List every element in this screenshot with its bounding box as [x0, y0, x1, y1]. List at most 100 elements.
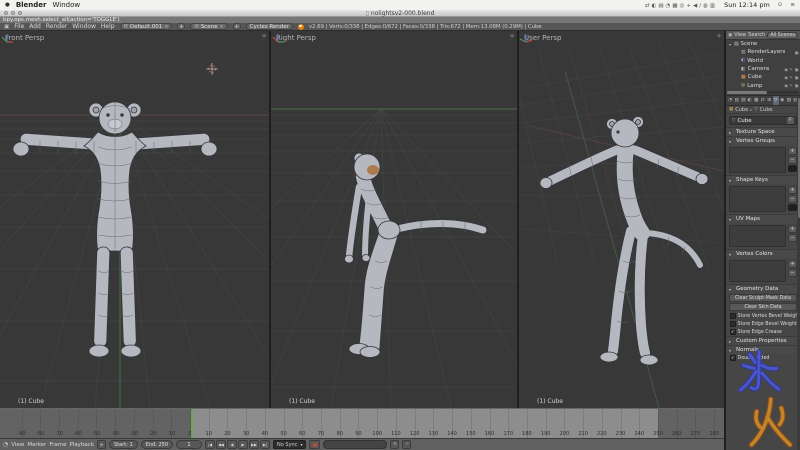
- viewport-right[interactable]: Right Persp (1) Cube +: [271, 31, 517, 408]
- sync-mode-dropdown[interactable]: No Sync ▾: [273, 440, 306, 449]
- checkbox-store-edge-crease[interactable]: Store Edge Crease: [726, 328, 800, 336]
- jump-to-end-button[interactable]: ▶|: [260, 440, 270, 449]
- outliner-editor-type-icon[interactable]: ▣: [728, 33, 732, 38]
- datablock-name-field[interactable]: ▽ Cube F: [729, 116, 797, 125]
- properties-editor[interactable]: ◔▥▤◐▦⇄⊞▽◉▨◍ ▦ Cube ▸ ▽ Cube ▽ Cube F Tex…: [726, 96, 800, 450]
- outliner-menu-view[interactable]: View: [734, 32, 746, 38]
- timeline-menu-marker[interactable]: Marker: [27, 442, 46, 448]
- restrict-toggle-icon[interactable]: ↖: [790, 67, 794, 72]
- datablock-name-value[interactable]: Cube: [737, 118, 785, 124]
- panel-custom-properties[interactable]: Custom Properties: [726, 336, 800, 345]
- checkbox-double-sided[interactable]: Double Sided: [726, 354, 800, 362]
- menubar-status-icon[interactable]: ⇄: [645, 3, 650, 9]
- outliner-scrollbar[interactable]: [727, 91, 799, 94]
- properties-tab-modifiers[interactable]: ⊞: [766, 96, 773, 105]
- spotlight-icon[interactable]: ⊙: [778, 2, 783, 8]
- auto-keyframe-record-button[interactable]: [309, 440, 320, 449]
- menu-help[interactable]: Help: [101, 23, 115, 30]
- menu-file[interactable]: File: [14, 23, 24, 30]
- outliner-item-renderlayers[interactable]: ▥RenderLayers▣: [726, 48, 800, 56]
- timeline-ruler[interactable]: -90-80-70-60-50-40-30-20-100102030405060…: [0, 408, 724, 438]
- insert-keyframe-button[interactable]: +: [390, 440, 399, 449]
- current-frame-field[interactable]: 1: [176, 440, 202, 449]
- viewport-user[interactable]: User Persp (1) Cube +: [519, 31, 724, 408]
- checkbox-icon[interactable]: [730, 329, 736, 335]
- panel-vertex-groups[interactable]: Vertex Groups: [726, 136, 800, 145]
- checkbox-icon[interactable]: [730, 321, 736, 327]
- clear-sculpt-mask-button[interactable]: Clear Sculpt-Mask Data: [729, 294, 797, 302]
- checkbox-store-vertex-bevel-weight[interactable]: Store Vertex Bevel Weight: [726, 312, 800, 320]
- outliner-menu-search[interactable]: Search: [748, 32, 765, 38]
- apple-icon[interactable]: ●: [5, 2, 10, 8]
- panel-uv-maps[interactable]: UV Maps: [726, 214, 800, 223]
- character-mesh-user[interactable]: [540, 117, 708, 366]
- prev-keyframe-button[interactable]: ◀◀: [216, 440, 226, 449]
- timeline-editor-type-icon[interactable]: ◔: [3, 441, 8, 448]
- vertex-groups-list[interactable]: [729, 147, 786, 173]
- frame-start-field[interactable]: Start: 1: [109, 440, 138, 449]
- menubar-clock[interactable]: Sun 12:14 pm: [724, 1, 770, 9]
- menubar-status-icon[interactable]: ◍: [703, 3, 708, 9]
- panel-texture-space[interactable]: Texture Space: [726, 127, 800, 136]
- keying-set-field[interactable]: [323, 440, 387, 449]
- shape-key-remove-button[interactable]: −: [788, 195, 797, 203]
- fake-user-button[interactable]: F: [787, 117, 794, 124]
- jump-to-start-button[interactable]: |◀: [205, 440, 215, 449]
- shape-key-add-button[interactable]: +: [788, 186, 797, 194]
- play-button[interactable]: ▶: [238, 440, 248, 449]
- use-preview-range-icon[interactable]: ◔: [97, 440, 106, 449]
- vertex-color-add-button[interactable]: +: [788, 260, 797, 268]
- uv-map-add-button[interactable]: +: [788, 225, 797, 233]
- restrict-toggle-icon[interactable]: ↖: [790, 75, 794, 80]
- delete-keyframe-button[interactable]: −: [402, 440, 411, 449]
- menubar-app-name[interactable]: Blender: [16, 1, 47, 9]
- screen-layout-selector[interactable]: ▥ Default.001 ×: [120, 23, 173, 30]
- character-mesh-front[interactable]: [13, 102, 217, 357]
- timeline-menu-frame[interactable]: Frame: [49, 442, 66, 448]
- vertex-group-specials-menu[interactable]: [788, 165, 797, 172]
- restrict-toggle-icon[interactable]: ▣: [795, 50, 799, 55]
- character-mesh-side[interactable]: [345, 153, 484, 358]
- checkbox-icon[interactable]: [730, 355, 736, 361]
- next-keyframe-button[interactable]: ▶▶: [249, 440, 259, 449]
- outliner-item-scene[interactable]: ▾▤Scene: [726, 40, 800, 48]
- vertex-group-remove-button[interactable]: −: [788, 156, 797, 164]
- menubar-status-icon[interactable]: +: [686, 3, 691, 9]
- vertex-group-add-button[interactable]: +: [788, 147, 797, 155]
- window-titlebar[interactable]: ▯ nolightsv2-000.blend: [0, 10, 800, 17]
- outliner-scope-dropdown[interactable]: All Scenes: [767, 32, 798, 39]
- render-engine-selector[interactable]: Cycles Render: [246, 23, 293, 30]
- checkbox-icon[interactable]: [730, 313, 736, 319]
- notification-center-icon[interactable]: ≡: [790, 2, 795, 8]
- restrict-toggle-icon[interactable]: ▣: [795, 83, 799, 88]
- info-editor-type-icon[interactable]: ▣: [4, 24, 9, 30]
- play-reverse-button[interactable]: ◀: [227, 440, 237, 449]
- viewport-add-region-icon[interactable]: +: [509, 32, 515, 40]
- menubar-status-icon[interactable]: ▦: [672, 3, 677, 9]
- restrict-toggle-icon[interactable]: ◉: [784, 67, 788, 72]
- scene-unlink-icon[interactable]: ×: [219, 24, 223, 30]
- add-layout-button[interactable]: +: [177, 23, 185, 30]
- menubar-status-icon[interactable]: ◀: [693, 3, 697, 9]
- menu-add[interactable]: Add: [29, 23, 41, 30]
- restrict-toggle-icon[interactable]: ▣: [795, 67, 799, 72]
- timeline-menu-view[interactable]: View: [11, 442, 24, 448]
- panel-normals[interactable]: Normals: [726, 345, 800, 354]
- clear-skin-data-button[interactable]: Clear Skin Data: [729, 303, 797, 311]
- vertex-colors-list[interactable]: [729, 260, 786, 282]
- menubar-status-icon[interactable]: ▤: [658, 3, 663, 9]
- menu-window[interactable]: Window: [72, 23, 96, 30]
- timeline-menu-playback[interactable]: Playback: [69, 442, 94, 448]
- vertex-color-remove-button[interactable]: −: [788, 269, 797, 277]
- viewport-add-region-icon[interactable]: +: [261, 32, 267, 40]
- uv-maps-list[interactable]: [729, 225, 786, 247]
- frame-end-field[interactable]: End: 250: [141, 440, 173, 449]
- uv-map-remove-button[interactable]: −: [788, 234, 797, 242]
- view-axis-gizmo[interactable]: [0, 31, 14, 45]
- menubar-menu-window[interactable]: Window: [53, 1, 81, 9]
- menubar-status-icon[interactable]: ∕: [699, 3, 701, 9]
- menubar-status-icon[interactable]: ◎: [680, 3, 685, 9]
- shape-key-specials-menu[interactable]: [788, 204, 797, 211]
- outliner-item-lamp[interactable]: ◎Lamp◉↖▣: [726, 81, 800, 89]
- menubar-status-icon[interactable]: ▥: [710, 3, 715, 9]
